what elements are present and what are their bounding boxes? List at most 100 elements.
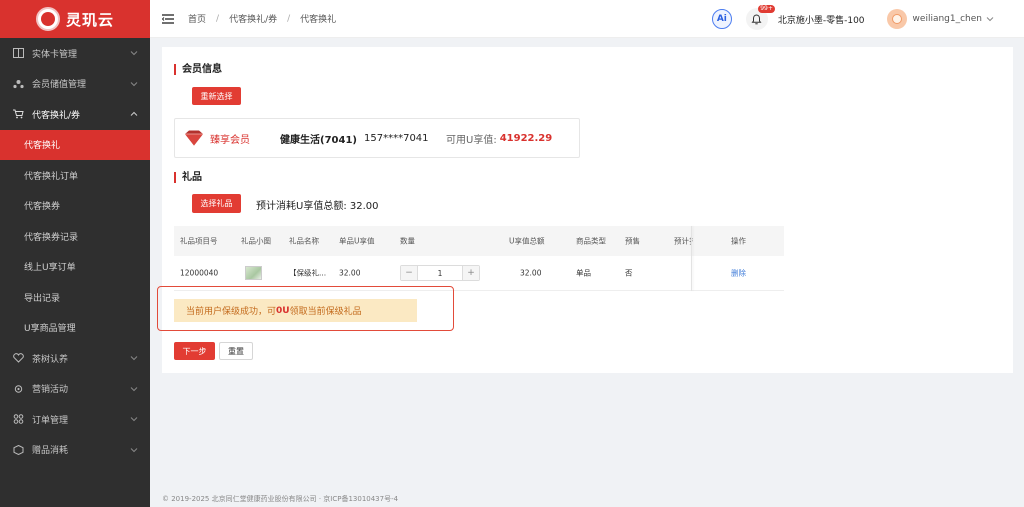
fixed-column-divider	[691, 226, 692, 291]
sidebar-item-coupon-exchange[interactable]: 代客换券	[0, 191, 150, 222]
sidebar-item-label: 线上U享订单	[24, 263, 76, 274]
sidebar-item-label: 营销活动	[32, 385, 69, 396]
gift-thumbnail	[245, 266, 262, 280]
cell-presale: 否	[625, 268, 633, 278]
sidebar-item-label: 代客换礼/券	[32, 110, 81, 121]
sidebar-item-label: 会员储值管理	[32, 80, 87, 91]
col-estimate: 预计扌	[674, 236, 697, 246]
decrease-button[interactable]: −	[401, 266, 417, 280]
col-actions: 操作	[731, 236, 746, 246]
footer-copyright: © 2019-2025 北京同仁堂健康药业股份有限公司 · 京ICP备13010…	[162, 495, 399, 503]
col-total: U享值总额	[509, 236, 545, 246]
reselect-button[interactable]: 重新选择	[192, 87, 241, 105]
col-quantity: 数量	[400, 236, 415, 246]
col-name: 礼品名称	[289, 236, 319, 246]
ai-assistant-button[interactable]: Ai	[711, 9, 732, 29]
chevron-down-icon	[130, 447, 138, 452]
users-icon	[12, 78, 24, 90]
chevron-down-icon[interactable]	[986, 15, 994, 23]
sidebar-item-online-u-orders[interactable]: 线上U享订单	[0, 252, 150, 283]
member-info-box: 臻享会员 健康生活(7041) 157****7041 可用U享值: 41922…	[174, 118, 580, 158]
diamond-icon	[185, 130, 203, 146]
breadcrumb-current: 代客换礼	[300, 15, 337, 25]
chevron-down-icon	[130, 356, 138, 361]
sidebar-item-u-product-management[interactable]: U享商品管理	[0, 313, 150, 344]
available-u-label: 可用U享值:	[446, 134, 497, 146]
sidebar: 灵玑云 实体卡管理 会员储值管理 代客换礼/券 代客换礼 代客换礼订单 代客换券…	[0, 0, 150, 507]
sidebar-menu: 实体卡管理 会员储值管理 代客换礼/券 代客换礼 代客换礼订单 代客换券 代客换…	[0, 38, 150, 465]
next-step-button[interactable]: 下一步	[174, 342, 215, 360]
sidebar-item-label: U享商品管理	[24, 324, 76, 335]
sidebar-item-gift-exchange-orders[interactable]: 代客换礼订单	[0, 160, 150, 191]
sidebar-item-label: 代客换券记录	[24, 232, 79, 243]
sidebar-item-label: 代客换券	[24, 202, 61, 213]
brand-header[interactable]: 灵玑云	[0, 0, 150, 38]
cell-type: 单品	[576, 268, 591, 278]
col-presale: 预售	[625, 236, 640, 246]
sidebar-item-coupon-exchange-records[interactable]: 代客换券记录	[0, 221, 150, 252]
heart-icon	[12, 352, 24, 364]
notification-button[interactable]: 99+	[745, 5, 775, 30]
quantity-input[interactable]: 1	[417, 266, 463, 280]
breadcrumb-home[interactable]: 首页	[188, 12, 206, 25]
sidebar-item-label: 订单管理	[32, 415, 69, 426]
store-name[interactable]: 北京施小墨-零售-100	[778, 13, 865, 26]
sidebar-item-member-stored-value[interactable]: 会员储值管理	[0, 69, 150, 100]
sidebar-item-label: 导出记录	[24, 293, 61, 304]
gift-table: 礼品项目号 礼品小图 礼品名称 单品U享值 数量 U享值总额 商品类型 预售 预…	[174, 226, 784, 291]
grid-icon	[12, 413, 24, 425]
gifts-section-title: 礼品	[174, 172, 202, 183]
col-unit-value: 单品U享值	[339, 236, 375, 246]
brand-logo-icon	[35, 7, 60, 31]
sidebar-item-gift-consumption[interactable]: 赠品消耗	[0, 435, 150, 466]
col-thumb: 礼品小图	[241, 236, 271, 246]
notification-badge: 99+	[758, 5, 775, 13]
chevron-down-icon	[130, 386, 138, 391]
member-level: 臻享会员	[210, 134, 250, 146]
sidebar-item-gift-exchange-page[interactable]: 代客换礼	[0, 129, 150, 160]
main-card: 会员信息 重新选择 臻享会员 健康生活(7041) 157****7041 可用…	[157, 47, 1013, 373]
book-icon	[12, 47, 24, 59]
menu-toggle-icon[interactable]	[162, 13, 174, 24]
notice-prefix: 当前用户保级成功，可	[186, 307, 277, 317]
sidebar-item-tea-adoption[interactable]: 茶树认养	[0, 343, 150, 374]
member-section-title: 会员信息	[174, 64, 222, 75]
estimated-total: 预计消耗U享值总额: 32.00	[256, 201, 379, 212]
box-icon	[12, 444, 24, 456]
increase-button[interactable]: +	[463, 266, 479, 280]
sidebar-item-label: 代客换礼订单	[24, 171, 79, 182]
username[interactable]: weiliang1_chen	[913, 14, 982, 24]
sidebar-item-label: 赠品消耗	[32, 446, 69, 457]
notice-banner: 当前用户保级成功，可 0U 领取当前保级礼品	[174, 299, 417, 322]
chevron-down-icon	[130, 81, 138, 86]
sidebar-item-label: 代客换礼	[24, 141, 61, 152]
table-header: 礼品项目号 礼品小图 礼品名称 单品U享值 数量 U享值总额 商品类型 预售 预…	[174, 226, 784, 256]
sidebar-item-physical-card[interactable]: 实体卡管理	[0, 38, 150, 69]
member-phone: 157****7041	[364, 132, 429, 144]
breadcrumb: 首页 / 代客换礼/券 / 代客换礼	[188, 12, 337, 26]
sidebar-item-label: 实体卡管理	[32, 49, 78, 60]
sidebar-item-export-records[interactable]: 导出记录	[0, 282, 150, 313]
quantity-stepper: − 1 +	[400, 265, 480, 281]
gear-icon	[12, 383, 24, 395]
col-type: 商品类型	[576, 236, 606, 246]
avatar[interactable]	[886, 9, 907, 29]
reset-button[interactable]: 重置	[219, 342, 253, 360]
chevron-down-icon	[130, 417, 138, 422]
delete-link[interactable]: 删除	[731, 268, 746, 279]
top-header: 首页 / 代客换礼/券 / 代客换礼 Ai 99+ 北京施小墨-零售-100 w…	[150, 0, 1024, 38]
member-name: 健康生活(7041)	[280, 134, 357, 146]
breadcrumb-separator: /	[287, 13, 291, 24]
col-code: 礼品项目号	[180, 236, 218, 246]
select-gift-button[interactable]: 选择礼品	[192, 194, 241, 213]
breadcrumb-gift-exchange[interactable]: 代客换礼/券	[229, 12, 277, 25]
sidebar-item-marketing[interactable]: 营销活动	[0, 374, 150, 405]
chevron-up-icon	[130, 111, 138, 116]
notice-highlight: 0U	[276, 305, 290, 316]
chevron-down-icon	[130, 51, 138, 56]
sidebar-item-label: 茶树认养	[32, 354, 69, 365]
cell-total: 32.00	[520, 268, 542, 278]
sidebar-item-order-management[interactable]: 订单管理	[0, 404, 150, 435]
breadcrumb-separator: /	[216, 13, 220, 24]
sidebar-item-gift-exchange[interactable]: 代客换礼/券	[0, 99, 150, 130]
